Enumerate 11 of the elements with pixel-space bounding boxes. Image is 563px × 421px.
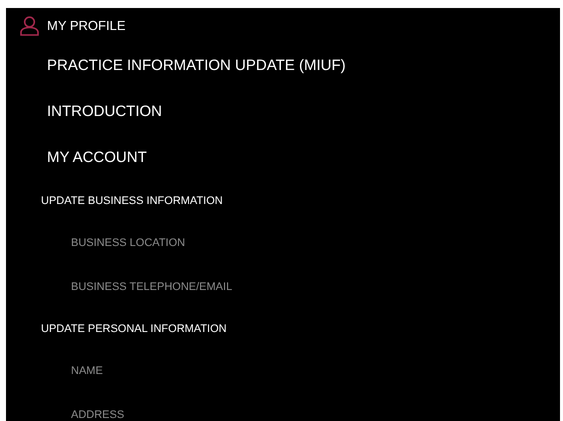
user-icon	[20, 16, 39, 36]
submenu-item[interactable]: NAME	[71, 362, 103, 380]
profile-title: MY PROFILE	[47, 16, 126, 35]
section-heading[interactable]: UPDATE PERSONAL INFORMATION	[41, 320, 227, 338]
menu-item[interactable]: MY ACCOUNT	[47, 146, 147, 170]
menu-item[interactable]: PRACTICE INFORMATION UPDATE (MIUF)	[47, 54, 346, 78]
submenu-item[interactable]: ADDRESS	[71, 406, 124, 421]
section-heading[interactable]: UPDATE BUSINESS INFORMATION	[41, 192, 223, 210]
submenu-item[interactable]: BUSINESS TELEPHONE/EMAIL	[71, 278, 232, 296]
menu-item[interactable]: INTRODUCTION	[47, 100, 162, 124]
submenu-item[interactable]: BUSINESS LOCATION	[71, 234, 186, 252]
